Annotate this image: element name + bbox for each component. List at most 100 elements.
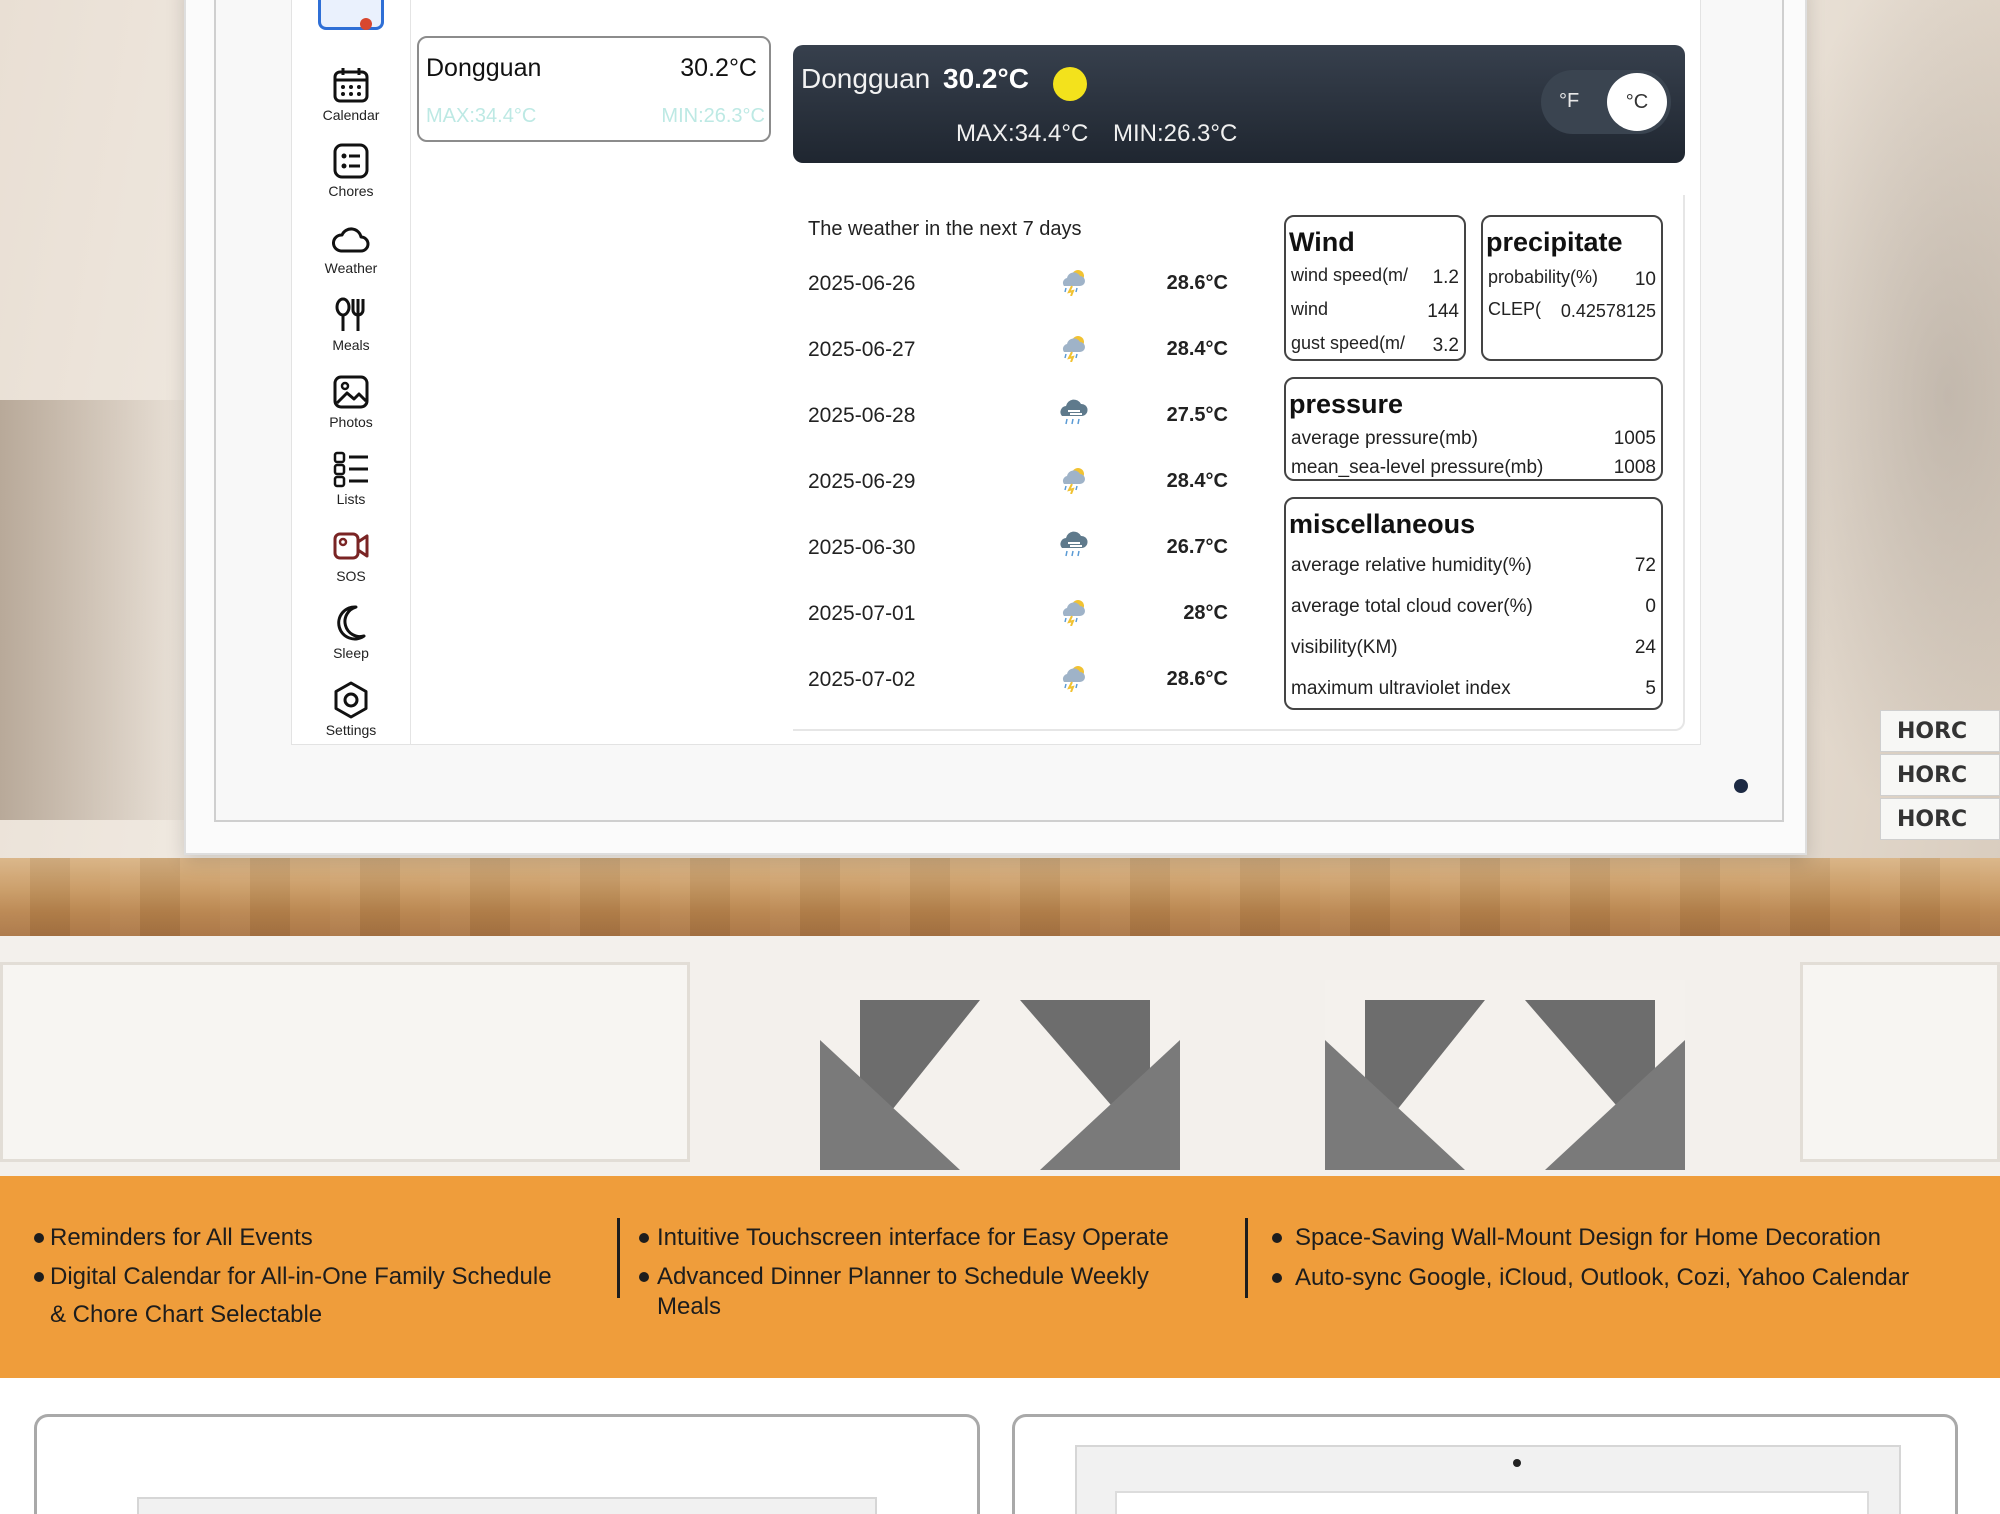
misc-label: maximum ultraviolet index (1291, 678, 1511, 699)
sidebar-item-chores[interactable]: Chores (311, 142, 391, 212)
misc-value: 24 (1634, 637, 1656, 658)
sidebar-item-label: Sleep (333, 645, 369, 661)
feature-text: Auto-sync Google, iCloud, Outlook, Cozi,… (1295, 1264, 1910, 1291)
pressure-label: mean_sea-level pressure(mb) (1291, 457, 1544, 478)
cloud-icon (332, 227, 370, 253)
band-divider (617, 1218, 620, 1298)
image-icon (333, 375, 369, 409)
forecast-temp: 26.7°C (1166, 536, 1228, 558)
book-spine: HORC (1880, 798, 2000, 840)
calendar-icon (333, 68, 369, 103)
book-spine: HORC (1880, 710, 2000, 752)
pressure-label: average pressure(mb) (1291, 428, 1478, 449)
current-temp: 30.2°C (680, 54, 757, 82)
book-stack: HORC HORC HORC (1880, 690, 2000, 860)
thumbnail-camera-dot (1513, 1459, 1521, 1467)
sidebar-item-label: Chores (328, 183, 374, 199)
lattice-glass (820, 1040, 960, 1170)
forecast-temp: 28.6°C (1166, 668, 1228, 690)
wind-box: Wind wind speed(m/ 1.2 wind 144 gust spe… (1284, 215, 1466, 361)
thumbnail-screen (1115, 1491, 1869, 1514)
sidebar-item-weather[interactable]: Weather (311, 219, 391, 289)
feature-text: Advanced Dinner Planner to Schedule Week… (657, 1263, 1149, 1290)
sidebar-item-calendar[interactable]: Calendar (311, 66, 391, 136)
forecast-row: 2025-06-26 28.6°C (808, 266, 1228, 306)
app-logo-badge (360, 18, 372, 30)
feature-text: Intuitive Touchscreen interface for Easy… (657, 1224, 1169, 1251)
thunder-shower-icon (1062, 468, 1085, 494)
lattice-glass (1040, 1040, 1180, 1170)
forecast-date: 2025-07-01 (808, 602, 916, 625)
app-logo-icon[interactable] (318, 0, 384, 30)
current-weather-card[interactable]: Dongguan 30.2°C MAX:34.4°C MIN:26.3°C (417, 36, 771, 142)
thunder-shower-icon (1062, 666, 1085, 692)
forecast-row: 2025-06-30 26.7°C (808, 530, 1228, 570)
forecast-row: 2025-06-27 28.4°C (808, 332, 1228, 372)
wind-title: Wind (1289, 227, 1355, 257)
bullet-dot (1272, 1273, 1282, 1283)
wind-label: wind speed(m/ (1291, 265, 1409, 285)
thumbnail-device (137, 1497, 877, 1514)
max-temp: MAX:34.4°C (426, 105, 537, 127)
sidebar-item-photos[interactable]: Photos (311, 373, 391, 443)
weather-hero: Dongguan 30.2°C MAX:34.4°C MIN:26.3°C °F… (793, 45, 1685, 163)
sidebar-item-sos[interactable]: SOS (311, 527, 391, 597)
forecast-date: 2025-06-26 (808, 272, 916, 295)
hero-city: Dongguan (801, 63, 931, 94)
bullet-dot (639, 1233, 649, 1243)
sidebar-item-settings[interactable]: Settings (311, 681, 391, 751)
bullet-dot (34, 1272, 44, 1282)
forecast-temp: 27.5°C (1166, 404, 1228, 426)
hero-min-temp: MIN:26.3°C (1113, 120, 1238, 147)
forecast-temp: 28.6°C (1166, 272, 1228, 294)
precipitate-title: precipitate (1486, 227, 1623, 257)
wood-grain (0, 858, 2000, 936)
cabinet-panel (1800, 962, 2000, 1162)
celsius-option[interactable]: °C (1607, 73, 1667, 131)
wind-value: 3.2 (1430, 335, 1459, 357)
forecast-title: The weather in the next 7 days (808, 218, 1082, 240)
sidebar-item-meals[interactable]: Meals (311, 296, 391, 366)
forecast-date: 2025-06-30 (808, 536, 916, 559)
sidebar-item-lists[interactable]: Lists (311, 450, 391, 520)
gear-icon (334, 681, 368, 719)
wind-value: 144 (1427, 301, 1459, 322)
lattice-glass (1325, 1040, 1465, 1170)
forecast-date: 2025-06-29 (808, 470, 916, 493)
pressure-title: pressure (1289, 389, 1404, 419)
hero-temp: 30.2°C (943, 63, 1029, 94)
hero-max-temp: MAX:34.4°C (956, 120, 1089, 147)
misc-title: miscellaneous (1289, 509, 1476, 539)
wind-value: 1.2 (1430, 267, 1459, 289)
sidebar-item-label: Photos (329, 414, 373, 430)
forecast-temp: 28°C (1183, 602, 1228, 624)
rain-cloud-icon (1060, 531, 1088, 557)
forecast-date: 2025-06-28 (808, 404, 916, 427)
feature-text: Reminders for All Events (50, 1224, 313, 1251)
checklist-icon (333, 143, 369, 179)
bullet-dot (639, 1272, 649, 1282)
forecast-date: 2025-06-27 (808, 338, 916, 361)
unit-toggle[interactable]: °F °C (1541, 70, 1671, 134)
sidebar-item-label: Weather (324, 260, 378, 276)
misc-value: 72 (1634, 555, 1656, 576)
forecast-row: 2025-07-02 28.6°C (808, 662, 1228, 702)
precipitate-box: precipitate probability(%) 10 CLEP( 0.42… (1481, 215, 1663, 361)
moon-icon (337, 605, 366, 641)
pressure-box: pressure average pressure(mb) 1005 mean_… (1284, 377, 1663, 481)
precipitate-value: 0.42578125 (1559, 301, 1656, 322)
camera-dot (1734, 779, 1748, 793)
wind-label: wind (1291, 299, 1329, 319)
thunder-shower-icon (1062, 270, 1085, 296)
feature-text: Meals (657, 1293, 722, 1320)
sidebar-item-sleep[interactable]: Sleep (311, 604, 391, 674)
city-name: Dongguan (426, 54, 542, 82)
thumbnail-card (34, 1414, 980, 1514)
sidebar-item-label: Settings (325, 722, 377, 738)
fahrenheit-option[interactable]: °F (1559, 90, 1579, 113)
precipitate-label: probability(%) (1488, 267, 1599, 287)
cabinet-lattice (1325, 980, 1685, 1170)
feature-text: Digital Calendar for All-in-One Family S… (50, 1263, 552, 1290)
misc-value: 0 (1645, 596, 1656, 617)
forecast-temp: 28.4°C (1166, 338, 1228, 360)
